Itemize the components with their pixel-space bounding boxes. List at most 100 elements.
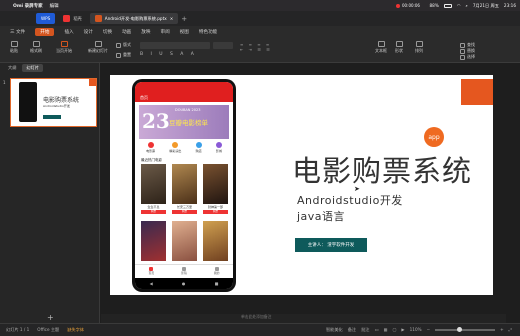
fit-window-icon[interactable]: ⤢ — [509, 327, 512, 332]
search-icon[interactable]: ⌕ — [465, 3, 467, 8]
slide-number: 1 — [3, 80, 6, 85]
font-size-select[interactable] — [213, 42, 233, 49]
battery-icon[interactable] — [443, 3, 452, 8]
slide-sorter-icon[interactable]: ▦ — [383, 327, 387, 332]
tab-slides[interactable]: 幻灯片 — [22, 64, 43, 72]
theme-name: Office 主题 — [37, 327, 60, 332]
reset-button[interactable]: 重置 — [116, 52, 131, 58]
tab-docer[interactable]: 稻壳 — [58, 13, 86, 24]
new-tab-icon[interactable]: + — [181, 15, 187, 23]
record-icon — [396, 3, 400, 8]
speaker-box[interactable]: 主讲人： 渣宇软件开发 — [295, 238, 367, 252]
ppt-file-icon — [94, 15, 102, 22]
menu-file[interactable]: 三 文件 — [10, 29, 25, 35]
paste-button[interactable]: 粘贴 — [10, 41, 18, 54]
menu-slideshow[interactable]: 放映 — [141, 29, 150, 35]
quick-icon-ticket: 电影票 — [146, 142, 155, 153]
home-button-icon: ● — [181, 281, 186, 286]
shape-button[interactable]: 形状 — [395, 41, 403, 54]
paste-icon — [10, 41, 18, 47]
font-family-select[interactable] — [140, 42, 210, 49]
zoom-level[interactable]: 110% — [410, 327, 422, 332]
new-slide-button[interactable]: 新建幻灯片 — [88, 41, 108, 54]
menu-review[interactable]: 审阅 — [160, 29, 169, 35]
close-tab-icon[interactable]: × — [170, 16, 174, 21]
menu-animation[interactable]: 动画 — [122, 29, 131, 35]
zoom-slider-handle[interactable] — [457, 326, 463, 332]
phone-movie-grid: 生生不息 购票 长安三万里 购票 封神第一部 购票 — [141, 164, 229, 273]
menu-insert[interactable]: 插入 — [64, 29, 73, 35]
tab-wps[interactable]: WPS — [36, 13, 56, 24]
quick-icon-show: 精彩演出 — [169, 142, 181, 153]
menubar-item-edit[interactable]: 编辑 — [50, 3, 59, 9]
wifi-icon[interactable]: ◠ — [457, 3, 461, 8]
layout-button[interactable]: 版式 — [116, 42, 131, 48]
thumb-title: 电影购票系统 — [43, 97, 80, 104]
reset-label: 重置 — [123, 52, 131, 57]
menubar-app-name[interactable]: Omi 录屏专家 — [13, 3, 43, 9]
back-icon: ◀ — [149, 281, 153, 286]
reading-view-icon[interactable]: ▢ — [392, 327, 396, 332]
orange-square-decoration — [461, 79, 493, 105]
slide-thumbnail[interactable]: 电影购票系统 Androidstudio开发 — [10, 78, 97, 127]
thumb-phone — [19, 82, 37, 122]
quick-icon-shop: 购店 — [195, 142, 202, 153]
format-painter-icon — [32, 41, 40, 47]
movie-card: 生生不息 购票 — [141, 164, 166, 216]
textbox-icon — [377, 41, 385, 47]
macos-status-area: 88% ◠ ⌕ 7月21日 周五 23:16 — [430, 0, 516, 11]
paragraph-buttons[interactable]: ≡ ≡ ≡ ≡ ⇤ ⇥ ☰ ☰ — [240, 42, 300, 59]
phone-header-label: 首页 — [140, 95, 148, 100]
tab-outline[interactable]: 大纲 — [8, 65, 16, 71]
menu-design[interactable]: 设计 — [84, 29, 93, 35]
text-format-buttons[interactable]: B I U S A A — [140, 52, 233, 59]
comment-button[interactable]: 批注 — [361, 327, 369, 333]
phone-tab-label: 影院 — [181, 271, 187, 275]
add-slide-button[interactable]: + — [47, 313, 54, 322]
zoom-out-icon[interactable]: − — [427, 327, 431, 332]
arrange-button[interactable]: 排列 — [415, 41, 423, 54]
movie-poster — [203, 164, 228, 204]
slide-canvas[interactable]: 首页 23 DOUBAN 2023 豆瓣电影榜单 电影票 精彩演出 购店 影城 … — [110, 75, 493, 295]
beautify-button[interactable]: 智能美化 — [326, 327, 343, 333]
format-painter-button[interactable]: 格式刷 — [30, 41, 42, 54]
zoom-in-icon[interactable]: + — [500, 327, 504, 332]
missing-font[interactable]: 缺失字体 — [67, 327, 84, 333]
arrange-label: 排列 — [415, 48, 423, 53]
menu-home[interactable]: 开始 — [35, 28, 55, 36]
tab-presentation-label: Android开发-电影购票系统.pptx — [104, 15, 167, 21]
docer-icon — [63, 15, 71, 22]
movie-poster — [141, 221, 166, 261]
play-from-current-button[interactable]: 当页开始 — [56, 41, 72, 54]
slide-title[interactable]: 电影购票系统 — [292, 148, 472, 190]
new-slide-icon — [94, 41, 102, 47]
movie-poster — [172, 221, 197, 261]
movie-name: 长安三万里 — [176, 205, 192, 209]
tab-presentation[interactable]: Android开发-电影购票系统.pptx × — [89, 13, 179, 24]
zoom-slider[interactable] — [435, 326, 496, 332]
play-slideshow-icon[interactable]: ▶ — [401, 327, 404, 332]
phone-banner: 23 DOUBAN 2023 豆瓣电影榜单 — [139, 105, 229, 139]
menu-features[interactable]: 特色功能 — [199, 29, 217, 35]
recording-time: 00:00:06 — [402, 3, 420, 8]
menu-view[interactable]: 视图 — [180, 29, 189, 35]
mouse-cursor-icon: ➤ — [354, 185, 360, 193]
normal-view-icon[interactable]: ▭ — [374, 327, 378, 332]
slide-subtitle-line1[interactable]: Androidstudio开发 — [297, 192, 403, 208]
quick-icon-label: 影城 — [215, 149, 222, 153]
textbox-button[interactable]: 文本框 — [375, 41, 387, 54]
thumb-subtitle: Androidstudio开发 — [43, 104, 70, 108]
select-label: 选择 — [467, 54, 475, 59]
notes-button[interactable]: 备注 — [348, 327, 356, 333]
menu-transition[interactable]: 切换 — [103, 29, 112, 35]
phone-tab-cinema: 影院 — [181, 267, 187, 275]
reset-icon — [116, 52, 121, 58]
select-button[interactable]: 选择 — [460, 54, 475, 60]
find-icon — [460, 42, 465, 48]
phone-tab-label: 首页 — [148, 271, 155, 275]
notes-area[interactable]: 单击此处添加备注 — [101, 314, 506, 323]
recording-timer: 00:00:06 — [396, 0, 420, 11]
layout-label: 版式 — [123, 42, 131, 47]
slide-subtitle-line2[interactable]: java语言 — [297, 208, 345, 224]
layout-icon — [116, 42, 121, 48]
